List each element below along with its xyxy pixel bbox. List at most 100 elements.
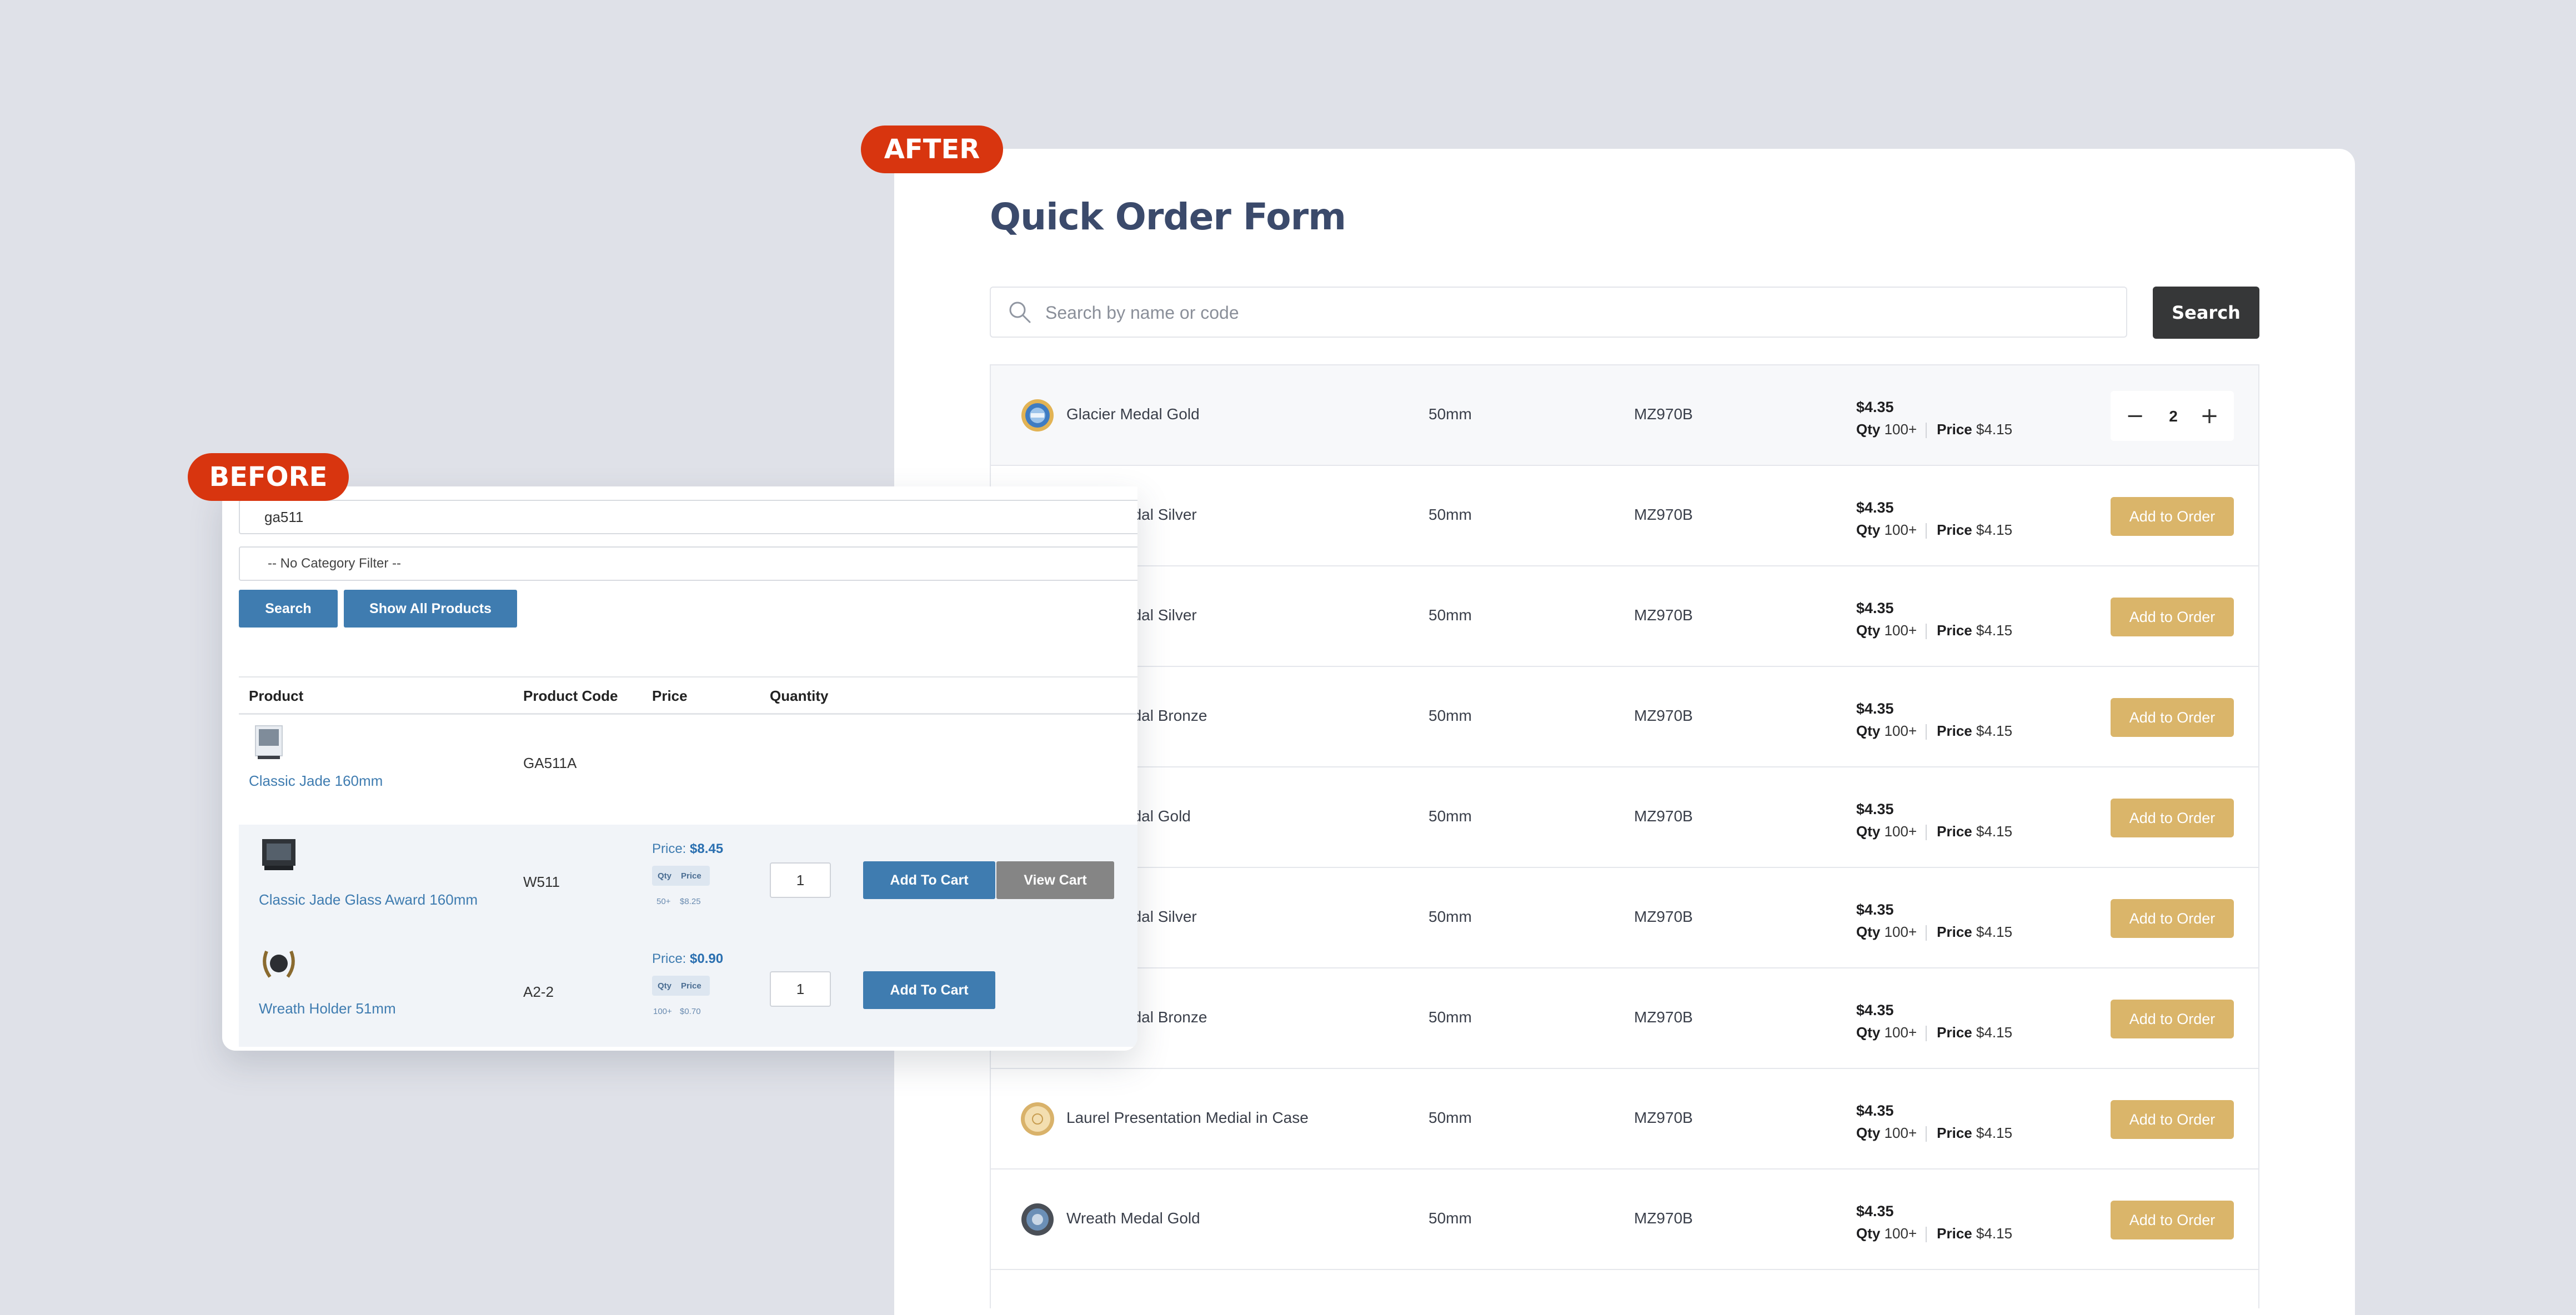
product-name-link[interactable]: Wreath Holder 51mm xyxy=(259,1000,396,1017)
add-to-order-button[interactable]: Add to Order xyxy=(2111,598,2234,636)
product-name[interactable]: Laurel Presentation Medial in Case xyxy=(1066,1109,1309,1127)
before-label: BEFORE xyxy=(188,453,349,501)
product-size: 50mm xyxy=(1429,807,1472,825)
product-name[interactable]: Glacier Medal Gold xyxy=(1066,405,1200,423)
table-row: Wreath Holder 51mm A2-2 Price: $0.90 Qty… xyxy=(239,936,1137,1047)
product-size: 50mm xyxy=(1429,1008,1472,1026)
increase-quantity-button[interactable]: + xyxy=(2193,391,2226,441)
product-price: $4.35 xyxy=(1856,1002,1894,1018)
product-thumbnail-icon xyxy=(262,839,295,870)
show-all-products-button[interactable]: Show All Products xyxy=(344,590,517,628)
add-to-order-button[interactable]: Add to Order xyxy=(2111,799,2234,837)
add-to-order-button[interactable]: Add to Order xyxy=(2111,1000,2234,1038)
product-size: 50mm xyxy=(1429,606,1472,624)
product-price: Price: $8.45 xyxy=(652,841,724,856)
table-row: Laurel Presentation Medial in Case 50mm … xyxy=(991,1069,2258,1170)
product-size: 50mm xyxy=(1429,1209,1472,1227)
product-code: GA511A xyxy=(523,755,577,771)
search-box xyxy=(990,287,2127,338)
tier-qty: 50+ xyxy=(656,897,671,906)
tier-price: $8.25 xyxy=(680,897,701,906)
product-price: $4.35 xyxy=(1856,901,1894,918)
product-code: MZ970B xyxy=(1634,807,1693,825)
quantity-stepper: − + xyxy=(2111,391,2234,442)
table-row: edal Gold 50mm MZ970B $4.35 Qty 100+ Pric… xyxy=(991,767,2258,868)
product-size: 50mm xyxy=(1429,707,1472,724)
table-row: edal Silver 50mm MZ970B $4.35 Qty 100+ Pr… xyxy=(991,868,2258,968)
product-code: A2-2 xyxy=(523,983,554,1000)
category-filter-select[interactable]: -- No Category Filter -- xyxy=(239,546,1137,581)
legacy-table-header: Product Product Code Price Quantity xyxy=(239,676,1137,715)
product-thumbnail-icon xyxy=(255,725,283,759)
product-name-link[interactable]: Classic Jade Glass Award 160mm xyxy=(259,891,478,909)
product-size: 50mm xyxy=(1429,405,1472,423)
quantity-input[interactable] xyxy=(770,971,831,1007)
column-header-quantity: Quantity xyxy=(770,687,829,704)
product-code: MZ970B xyxy=(1634,707,1693,724)
product-price: $4.35 xyxy=(1856,801,1894,817)
table-row: Wreath Medal Gold 50mm MZ970B $4.35 Qty … xyxy=(991,1170,2258,1270)
price-tier: Qty 100+ Price $4.15 xyxy=(1856,1125,2013,1142)
product-thumbnail-icon xyxy=(263,950,295,978)
product-name[interactable]: Wreath Medal Gold xyxy=(1066,1209,1200,1227)
table-row: Classic Jade Glass Award 160mm W511 Pric… xyxy=(239,825,1137,936)
quantity-input[interactable] xyxy=(770,862,831,898)
product-code: MZ970B xyxy=(1634,405,1693,423)
price-tier: Qty 100+ Price $4.15 xyxy=(1856,1024,2013,1042)
price-tier: Qty 100+ Price $4.15 xyxy=(1856,823,2013,841)
view-cart-button[interactable]: View Cart xyxy=(996,861,1114,899)
product-price: $4.35 xyxy=(1856,1203,1894,1219)
column-header-product: Product xyxy=(249,687,304,704)
price-tier: Qty 100+ Price $4.15 xyxy=(1856,622,2013,640)
product-price: $4.35 xyxy=(1856,399,1894,415)
before-panel: -- No Category Filter -- Search Show All… xyxy=(222,486,1137,1051)
order-table: Glacier Medal Gold 50mm MZ970B $4.35 Qty… xyxy=(990,364,2259,1308)
product-name-link[interactable]: Classic Jade 160mm xyxy=(249,772,383,790)
add-to-cart-button[interactable]: Add To Cart xyxy=(863,971,995,1009)
search-icon xyxy=(1009,302,1031,323)
column-header-code: Product Code xyxy=(523,687,618,704)
legacy-search-button[interactable]: Search xyxy=(239,590,338,628)
column-header-price: Price xyxy=(652,687,688,704)
tier-price: $0.70 xyxy=(680,1007,701,1016)
search-button[interactable]: Search xyxy=(2153,287,2259,339)
add-to-order-button[interactable]: Add to Order xyxy=(2111,497,2234,536)
price-tier: Qty 100+ Price $4.15 xyxy=(1856,1225,2013,1243)
decrease-quantity-button[interactable]: − xyxy=(2118,391,2152,441)
medal-thumbnail-icon xyxy=(1021,399,1054,431)
medal-thumbnail-icon xyxy=(1021,1102,1054,1136)
quantity-input[interactable] xyxy=(2152,391,2195,442)
search-input[interactable] xyxy=(1044,288,2102,338)
price-tier-pill: Qty Price xyxy=(652,866,710,886)
product-price: $4.35 xyxy=(1856,1102,1894,1119)
product-code: MZ970B xyxy=(1634,506,1693,523)
after-label: AFTER xyxy=(861,126,1003,173)
price-tier-pill: Qty Price xyxy=(652,976,710,996)
table-row: Glacier Medal Gold 50mm MZ970B $4.35 Qty… xyxy=(991,365,2258,466)
medal-thumbnail-icon xyxy=(1021,1203,1054,1236)
product-code: MZ970B xyxy=(1634,1209,1693,1227)
price-tier: Qty 100+ Price $4.15 xyxy=(1856,521,2013,539)
price-tier: Qty 100+ Price $4.15 xyxy=(1856,722,2013,740)
product-size: 50mm xyxy=(1429,506,1472,523)
add-to-order-button[interactable]: Add to Order xyxy=(2111,1100,2234,1139)
tier-qty: 100+ xyxy=(653,1007,672,1016)
price-tier: Qty 100+ Price $4.15 xyxy=(1856,923,2013,941)
legacy-search-input[interactable] xyxy=(239,500,1137,534)
product-price: $4.35 xyxy=(1856,600,1894,616)
table-row: edal Silver 50mm MZ970B $4.35 Qty 100+ Pr… xyxy=(991,466,2258,566)
price-tier: Qty 100+ Price $4.15 xyxy=(1856,421,2013,439)
table-row: edal Bronze 50mm MZ970B $4.35 Qty 100+ Pr… xyxy=(991,667,2258,767)
add-to-order-button[interactable]: Add to Order xyxy=(2111,1201,2234,1239)
product-code: MZ970B xyxy=(1634,1109,1693,1126)
add-to-order-button[interactable]: Add to Order xyxy=(2111,698,2234,737)
product-size: 50mm xyxy=(1429,908,1472,925)
add-to-order-button[interactable]: Add to Order xyxy=(2111,899,2234,938)
product-price: Price: $0.90 xyxy=(652,951,724,966)
product-code: MZ970B xyxy=(1634,908,1693,925)
product-price: $4.35 xyxy=(1856,700,1894,717)
page-title: Quick Order Form xyxy=(990,195,1346,238)
product-code: MZ970B xyxy=(1634,1008,1693,1026)
add-to-cart-button[interactable]: Add To Cart xyxy=(863,861,995,899)
product-code: W511 xyxy=(523,874,560,890)
